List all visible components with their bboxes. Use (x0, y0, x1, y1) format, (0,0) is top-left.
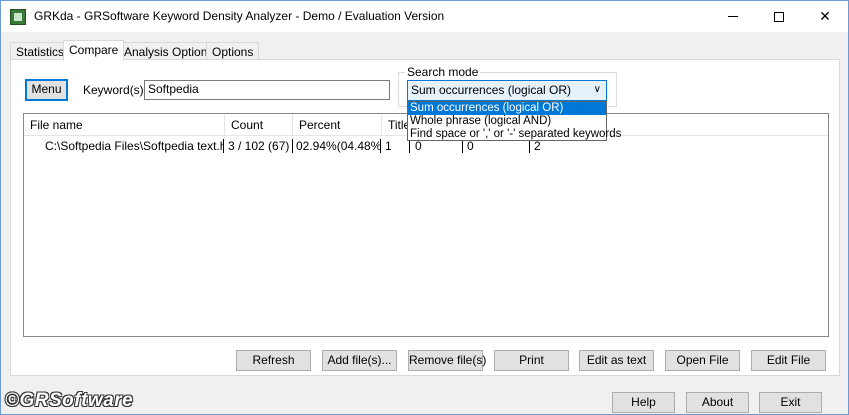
tab-options[interactable]: Options (206, 42, 260, 60)
minimize-button[interactable] (710, 1, 756, 32)
tab-analysis-options[interactable]: Analysis Options (118, 42, 220, 60)
brand-logo: ©GRSoftware (5, 390, 134, 411)
refresh-button[interactable]: Refresh (236, 350, 311, 371)
tab-statistics[interactable]: Statistics (10, 42, 71, 60)
cell-divider (409, 139, 410, 153)
close-button[interactable]: ✕ (802, 1, 848, 32)
search-mode-option-separated[interactable]: Find space or ',' or '-' separated keywo… (408, 128, 621, 141)
search-mode-dropdown: Sum occurrences (logical OR) Whole phras… (407, 101, 621, 141)
footer-bar: ©GRSoftware Help About Exit (2, 379, 848, 415)
cell-divider (292, 139, 293, 153)
search-mode-option-and[interactable]: Whole phrase (logical AND) (408, 115, 606, 128)
cell-count: 3 / 102 (67) (228, 139, 290, 153)
results-list[interactable]: File name Count Percent Title C:\Softped… (23, 113, 829, 337)
chevron-down-icon: ∨ (593, 84, 601, 95)
cell-divider (529, 139, 530, 153)
edit-as-text-button[interactable]: Edit as text (579, 350, 654, 371)
column-count[interactable]: Count (225, 114, 293, 136)
keywords-input[interactable]: Softpedia (144, 80, 390, 100)
exit-button[interactable]: Exit (759, 392, 822, 413)
keywords-label: Keyword(s): (83, 83, 148, 97)
menu-button[interactable]: Menu (25, 79, 68, 101)
compare-panel: Menu Keyword(s): Softpedia Search mode S… (10, 59, 840, 376)
cell-divider (380, 139, 381, 153)
cell-divider (223, 139, 224, 153)
tab-compare[interactable]: Compare (63, 40, 125, 61)
minimize-icon (728, 16, 738, 17)
add-files-button[interactable]: Add file(s)... (322, 350, 397, 371)
help-button[interactable]: Help (612, 392, 675, 413)
cell-file-name: C:\Softpedia Files\Softpedia text.html (45, 139, 223, 153)
column-percent[interactable]: Percent (293, 114, 382, 136)
search-mode-label: Search mode (405, 65, 481, 79)
app-window: GRKda - GRSoftware Keyword Density Analy… (0, 0, 849, 415)
search-mode-select[interactable]: Sum occurrences (logical OR) ∨ (407, 80, 607, 101)
app-icon (10, 9, 26, 25)
open-file-button[interactable]: Open File (665, 350, 740, 371)
close-icon: ✕ (819, 8, 831, 24)
maximize-button[interactable] (756, 1, 802, 32)
edit-file-button[interactable]: Edit File (751, 350, 826, 371)
search-mode-value: Sum occurrences (logical OR) (411, 83, 572, 97)
cell-divider (462, 139, 463, 153)
about-button[interactable]: About (686, 392, 749, 413)
title-bar[interactable]: GRKda - GRSoftware Keyword Density Analy… (1, 1, 848, 32)
search-mode-option-or[interactable]: Sum occurrences (logical OR) (408, 102, 606, 115)
maximize-icon (774, 11, 784, 22)
window-title: GRKda - GRSoftware Keyword Density Analy… (34, 9, 445, 23)
print-button[interactable]: Print (494, 350, 569, 371)
remove-files-button[interactable]: Remove file(s) (408, 350, 486, 371)
cell-title: 1 (385, 139, 392, 153)
column-file-name[interactable]: File name (24, 114, 225, 136)
cell-percent: 02.94%(04.48%) (296, 139, 380, 153)
